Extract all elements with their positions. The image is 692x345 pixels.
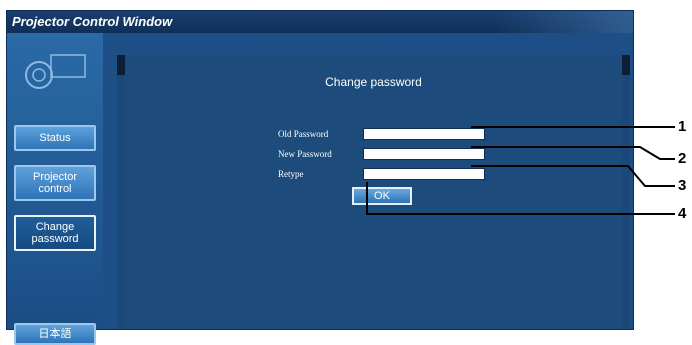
callout-line-4 xyxy=(366,182,675,215)
callout-line-3 xyxy=(471,165,675,187)
callout-number-4: 4 xyxy=(678,205,687,222)
callout-number-2: 2 xyxy=(678,150,687,167)
callout-number-1: 1 xyxy=(678,118,687,135)
callout-lines xyxy=(366,126,675,215)
callout-line-2 xyxy=(471,146,675,160)
callout-number-3: 3 xyxy=(678,177,687,194)
